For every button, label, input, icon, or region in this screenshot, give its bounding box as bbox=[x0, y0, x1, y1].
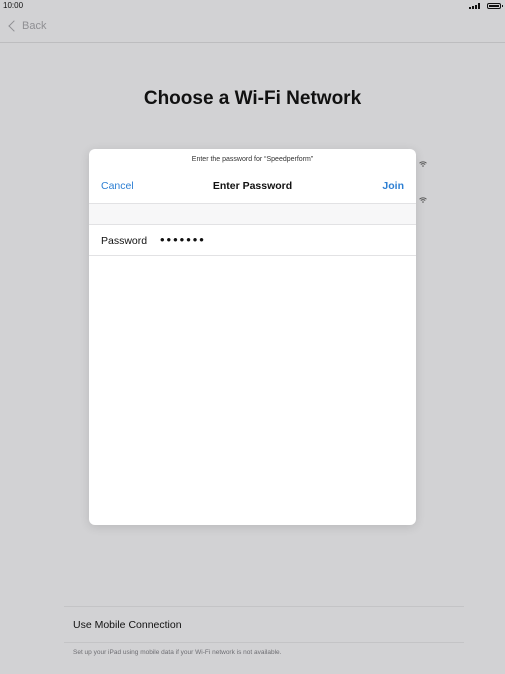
status-bar: 10:00 bbox=[0, 0, 505, 12]
section-spacer bbox=[89, 204, 416, 224]
page-title: Choose a Wi-Fi Network bbox=[143, 88, 362, 109]
mobile-connection-note: Set up your iPad using mobile data if yo… bbox=[73, 649, 282, 656]
divider bbox=[64, 642, 464, 643]
wifi-icon bbox=[419, 197, 427, 203]
mobile-connection-section: Use Mobile Connection Set up your iPad u… bbox=[22, 586, 492, 674]
divider bbox=[89, 255, 416, 256]
battery-icon bbox=[487, 3, 503, 9]
chevron-left-icon bbox=[8, 20, 20, 32]
dialog-title: Enter Password bbox=[212, 180, 293, 192]
dialog-prompt: Enter the password for “Speedperform” bbox=[191, 156, 314, 163]
divider bbox=[64, 606, 464, 607]
password-label: Password bbox=[101, 235, 148, 247]
nav-bar: Back bbox=[0, 12, 505, 43]
divider bbox=[89, 224, 416, 225]
use-mobile-connection-button[interactable]: Use Mobile Connection bbox=[73, 619, 182, 631]
join-button[interactable]: Join bbox=[382, 180, 404, 192]
status-time: 10:00 bbox=[3, 1, 24, 10]
back-button[interactable]: Back bbox=[7, 20, 46, 32]
password-dialog: Enter the password for “Speedperform” Ca… bbox=[89, 149, 416, 525]
signal-icon bbox=[469, 3, 481, 9]
wifi-icon bbox=[419, 161, 427, 167]
back-label: Back bbox=[22, 20, 47, 32]
password-field[interactable]: ••••••• bbox=[160, 232, 206, 247]
